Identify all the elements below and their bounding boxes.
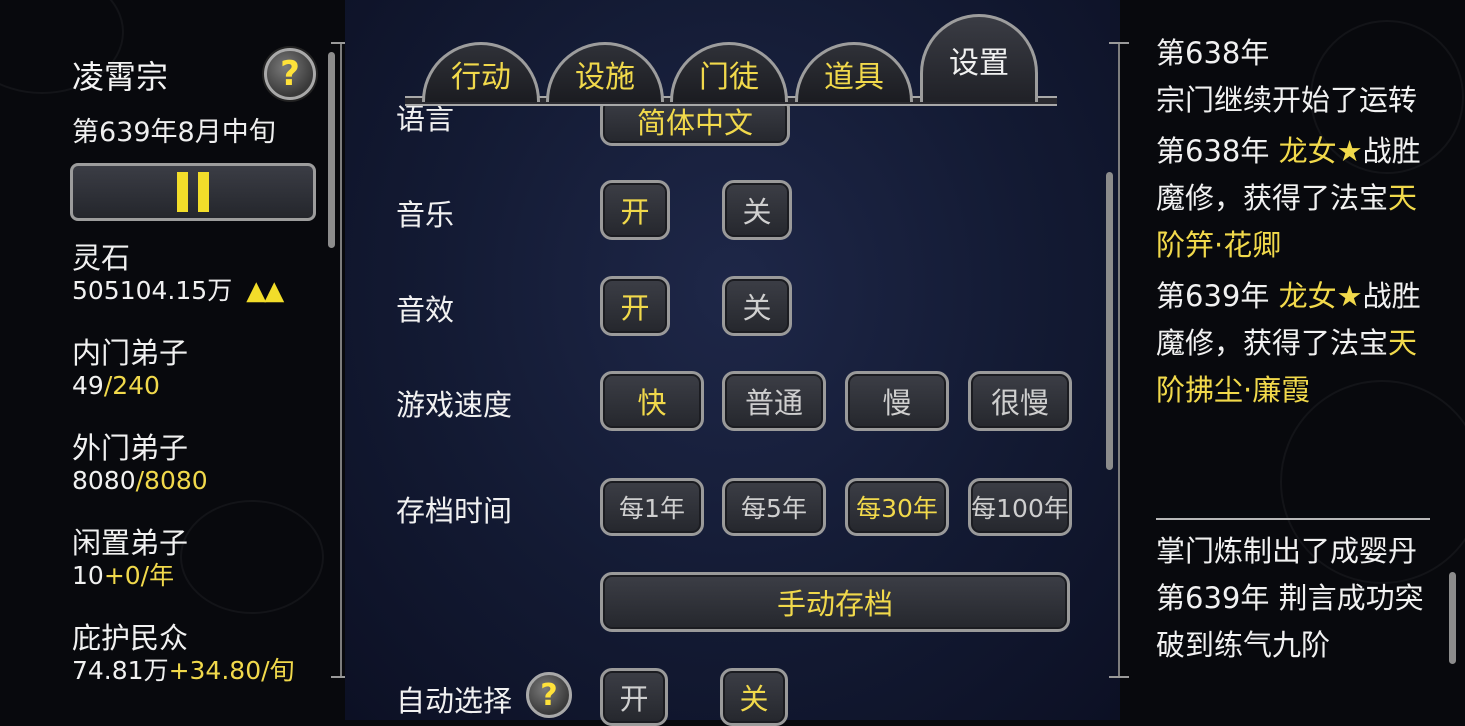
speed-label: 游戏速度 bbox=[396, 388, 513, 422]
autosave-label: 存档时间 bbox=[396, 494, 513, 528]
log-entry: 第639年 荆言成功突破到练气九阶 bbox=[1156, 575, 1431, 669]
help-button[interactable]: ? bbox=[264, 48, 316, 100]
log-entry: 掌门炼制出了成婴丹 bbox=[1156, 528, 1431, 575]
stat-label: 庇护民众 bbox=[72, 621, 189, 655]
stat-inner-disciples: 内门弟子 49/240 bbox=[72, 335, 188, 401]
stat-capacity: /8080 bbox=[135, 466, 208, 495]
stat-value: 8080 bbox=[72, 466, 136, 495]
log-text: 宗门继续开始了运转 bbox=[1156, 83, 1418, 117]
stat-value: 10 bbox=[72, 561, 104, 590]
left-scrollbar[interactable] bbox=[328, 52, 335, 248]
log-separator bbox=[1156, 518, 1430, 520]
log-year: 第638年 bbox=[1156, 134, 1270, 168]
stat-value: 49 bbox=[72, 371, 104, 400]
sfx-label: 音效 bbox=[396, 293, 455, 327]
stat-protected-people: 庇护民众 74.81万+34.80/旬 bbox=[72, 620, 295, 686]
question-icon: ? bbox=[540, 677, 558, 713]
speed-fast-button[interactable]: 快 bbox=[600, 371, 704, 431]
music-off-button[interactable]: 关 bbox=[722, 180, 792, 240]
log-year: 第639年 bbox=[1156, 279, 1270, 313]
log-character-name[interactable]: 龙女★ bbox=[1279, 279, 1363, 313]
log-entry: 第638年 宗门继续开始了运转 bbox=[1156, 30, 1431, 124]
log-text: 掌门炼制出了成婴丹 bbox=[1156, 534, 1418, 568]
sfx-on-button[interactable]: 开 bbox=[600, 276, 670, 336]
stat-label: 内门弟子 bbox=[72, 336, 189, 370]
stat-value: 74.81万 bbox=[72, 656, 169, 685]
event-log-recent: 掌门炼制出了成婴丹 第639年 荆言成功突破到练气九阶 bbox=[1156, 528, 1431, 669]
question-icon: ? bbox=[280, 54, 300, 94]
stat-rate: +34.80/旬 bbox=[168, 656, 295, 685]
autosave-5y-button[interactable]: 每5年 bbox=[722, 478, 826, 536]
autosave-100y-button[interactable]: 每100年 bbox=[968, 478, 1072, 536]
pause-icon bbox=[177, 172, 188, 212]
sfx-off-button[interactable]: 关 bbox=[722, 276, 792, 336]
auto-select-label: 自动选择 bbox=[396, 684, 513, 718]
stat-idle-disciples: 闲置弟子 10+0/年 bbox=[72, 525, 188, 591]
pause-button[interactable] bbox=[70, 163, 316, 221]
stat-outer-disciples: 外门弟子 8080/8080 bbox=[72, 430, 208, 496]
stat-capacity: /240 bbox=[103, 371, 160, 400]
divider-cap bbox=[1109, 42, 1129, 44]
autosave-1y-button[interactable]: 每1年 bbox=[600, 478, 704, 536]
log-entry: 第638年 龙女★战胜魔修，获得了法宝天阶笄·花卿 bbox=[1156, 128, 1431, 269]
speed-very-slow-button[interactable]: 很慢 bbox=[968, 371, 1072, 431]
right-divider bbox=[1118, 42, 1120, 678]
speed-normal-button[interactable]: 普通 bbox=[722, 371, 826, 431]
manual-save-button[interactable]: 手动存档 bbox=[600, 572, 1070, 632]
speed-slow-button[interactable]: 慢 bbox=[845, 371, 949, 431]
game-date: 第639年8月中旬 bbox=[72, 117, 276, 148]
stat-rate: +0/年 bbox=[103, 561, 175, 590]
music-label: 音乐 bbox=[396, 198, 455, 232]
auto-select-help-button[interactable]: ? bbox=[526, 672, 572, 718]
stat-label: 外门弟子 bbox=[72, 431, 189, 465]
left-divider bbox=[340, 42, 342, 678]
log-character-name[interactable]: 龙女★ bbox=[1279, 134, 1363, 168]
sect-status-panel: 凌霄宗 ? 第639年8月中旬 灵石 505104.15万 ▲▲ 内门弟子 49/… bbox=[0, 0, 330, 720]
pause-icon-bar bbox=[198, 172, 209, 212]
music-on-button[interactable]: 开 bbox=[600, 180, 670, 240]
settings-scrollbar[interactable] bbox=[1106, 172, 1113, 470]
log-year: 第639年 bbox=[1156, 581, 1270, 615]
auto-select-off-button[interactable]: 关 bbox=[720, 668, 788, 726]
autosave-30y-button[interactable]: 每30年 bbox=[845, 478, 949, 536]
log-entry: 第639年 龙女★战胜魔修，获得了法宝天阶拂尘·廉霞 bbox=[1156, 273, 1431, 414]
sect-name: 凌霄宗 bbox=[72, 58, 169, 96]
log-year: 第638年 bbox=[1156, 36, 1270, 70]
log-scrollbar[interactable] bbox=[1449, 572, 1456, 664]
stat-label: 灵石 bbox=[72, 241, 131, 275]
trend-up-icon: ▲▲ bbox=[246, 276, 284, 306]
event-log: 第638年 宗门继续开始了运转 第638年 龙女★战胜魔修，获得了法宝天阶笄·花… bbox=[1156, 30, 1431, 418]
stat-spirit-stones: 灵石 505104.15万 ▲▲ bbox=[72, 240, 284, 306]
stat-label: 闲置弟子 bbox=[72, 526, 189, 560]
stat-value: 505104.15万 bbox=[72, 276, 233, 305]
log-character-name[interactable]: 荆言 bbox=[1279, 581, 1337, 615]
divider-cap bbox=[1109, 676, 1129, 678]
auto-select-on-button[interactable]: 开 bbox=[600, 668, 668, 726]
